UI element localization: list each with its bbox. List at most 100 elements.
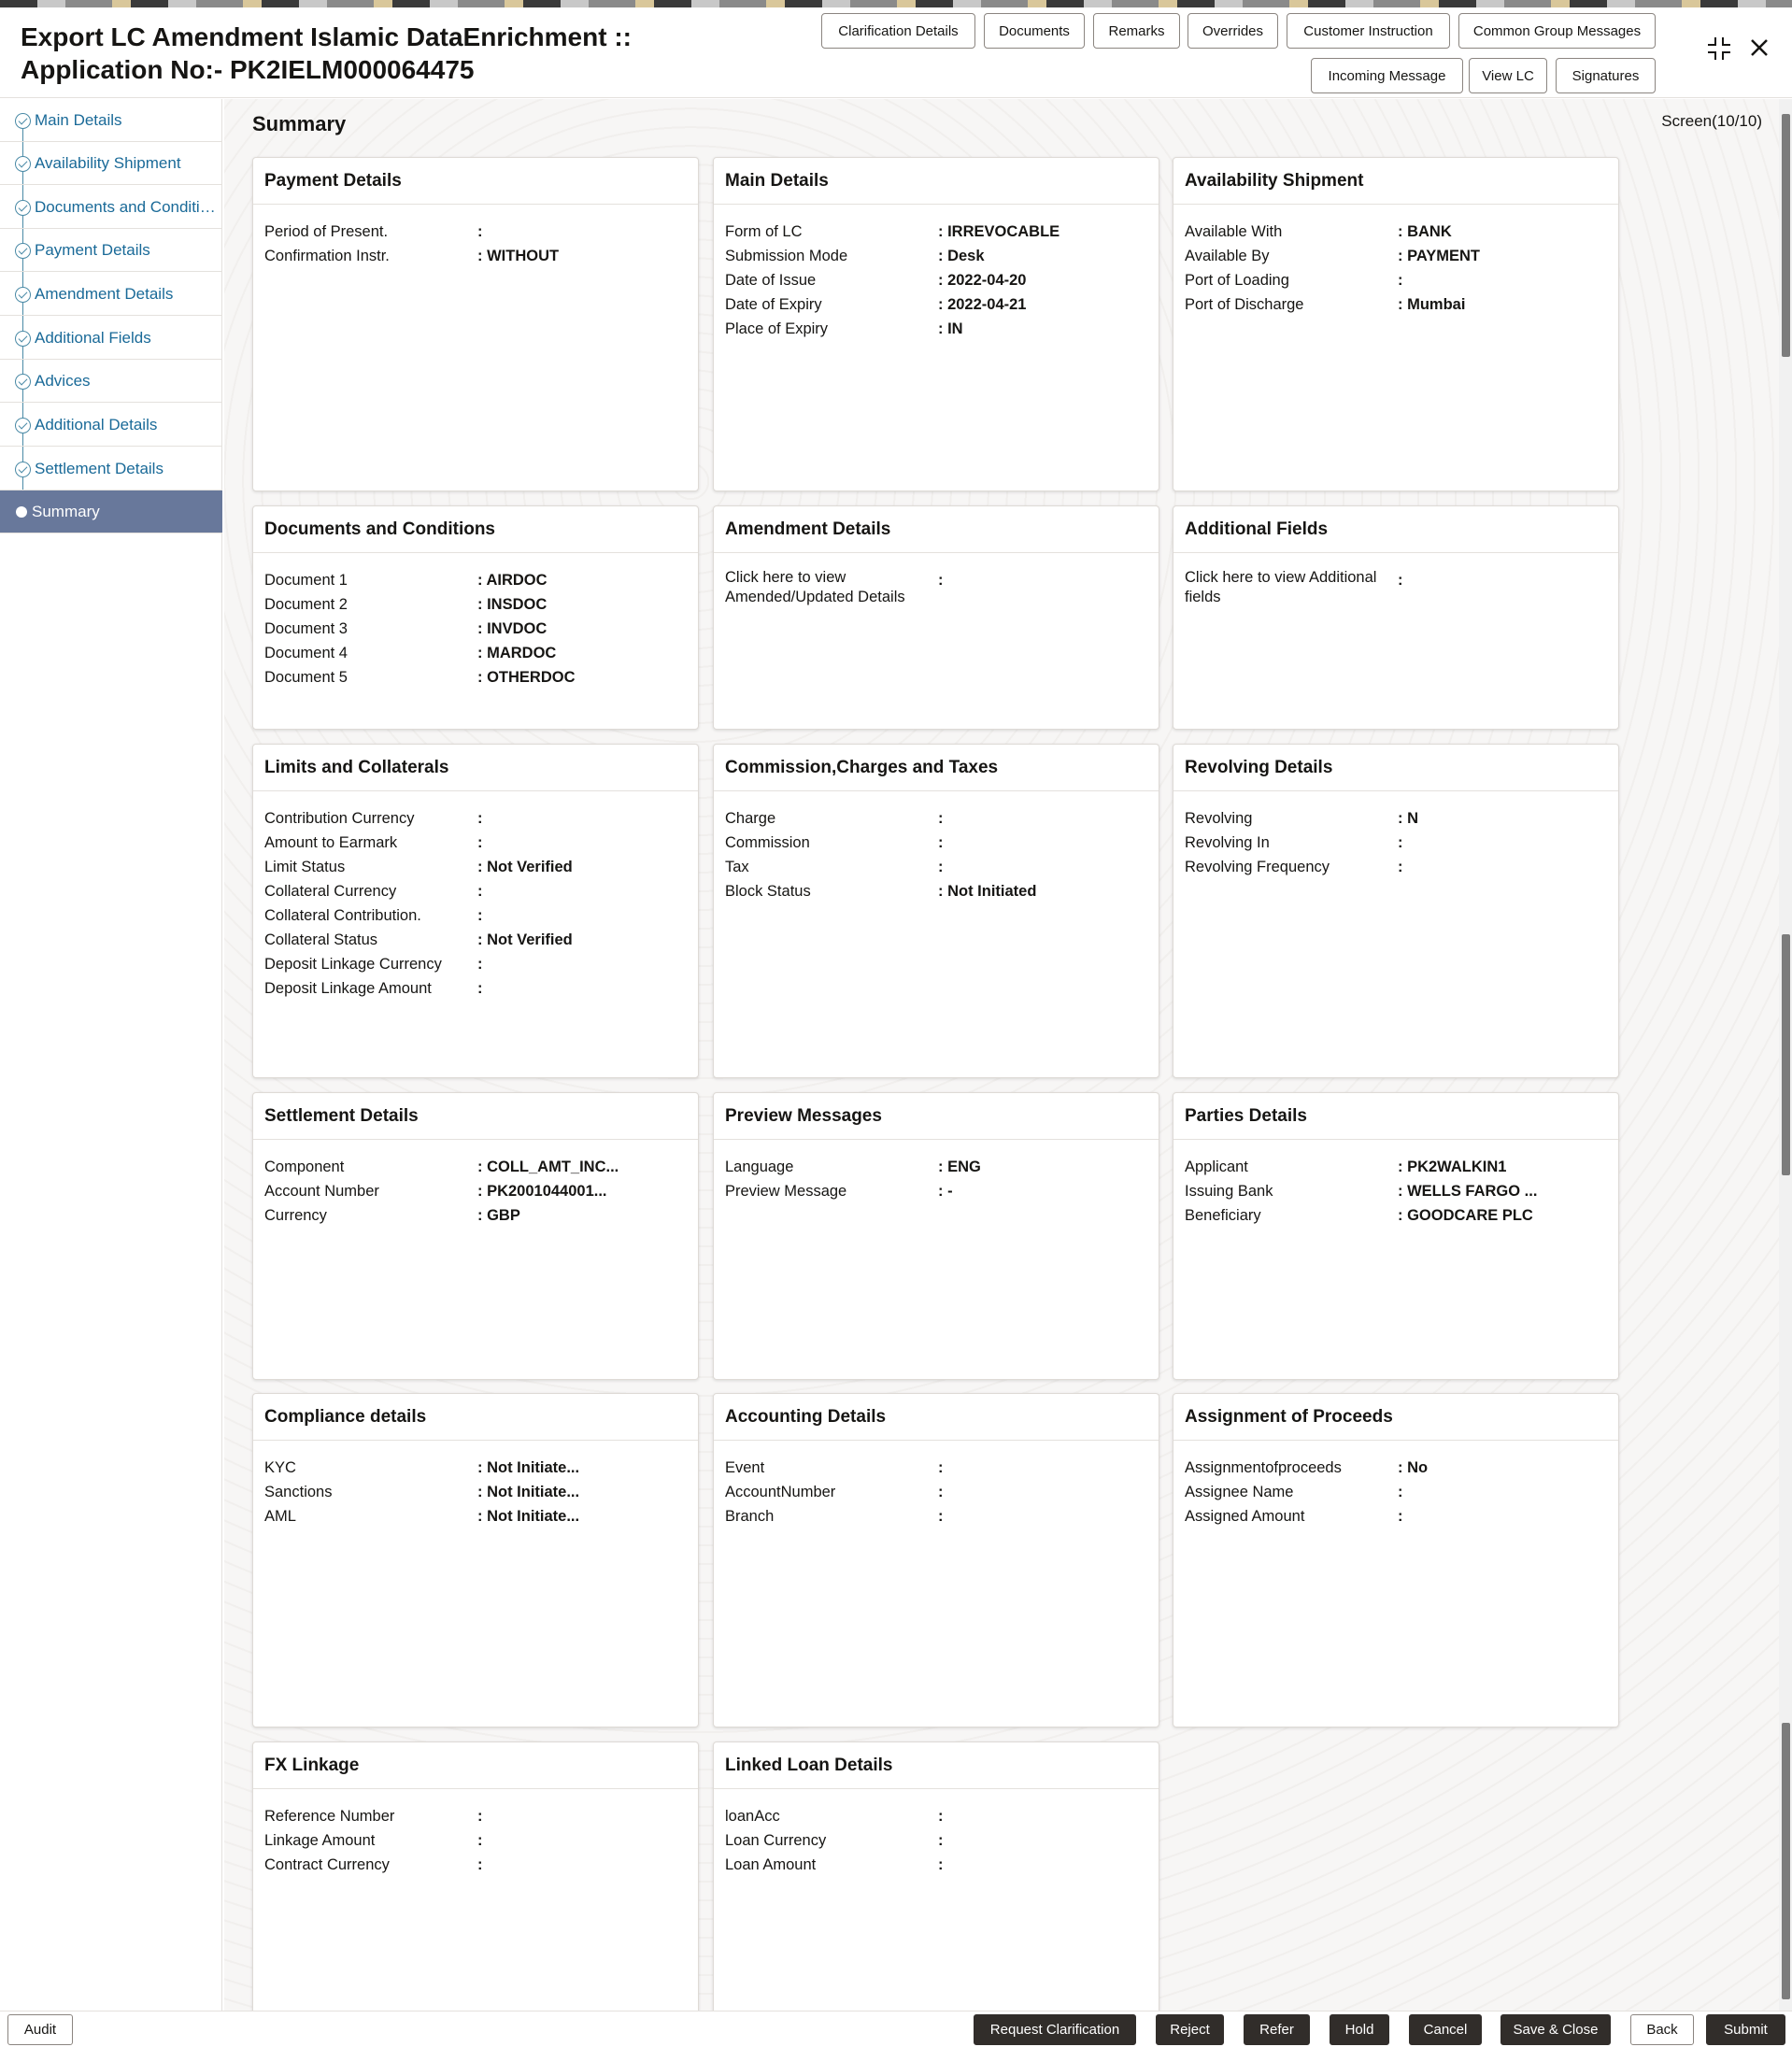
field-value: : PK2001044001... (477, 1183, 607, 1200)
card-fields: Document 1: AIRDOC Document 2: INSDOC Docu… (253, 553, 698, 689)
summary-card-commission-charges-and-taxes[interactable]: Commission,Charges and Taxes Charge: Commi… (713, 744, 1159, 1078)
field-label: Amount to Earmark (264, 834, 398, 851)
submit-button[interactable]: Submit (1706, 2014, 1785, 2045)
back-button[interactable]: Back (1630, 2014, 1694, 2045)
hold-button[interactable]: Hold (1330, 2014, 1389, 2045)
page-title: Export LC Amendment Islamic DataEnrichme… (21, 22, 632, 84)
summary-card-linked-loan-details[interactable]: Linked Loan Details loanAcc: Loan Currency… (713, 1741, 1159, 2022)
sidebar-item-advices[interactable]: Advices (0, 360, 222, 403)
sidebar-item-label: Availability Shipment (35, 154, 181, 172)
remarks-button[interactable]: Remarks (1093, 13, 1180, 49)
field-row: Form of LC: IRREVOCABLE (725, 220, 1147, 244)
summary-card-limits-and-collaterals[interactable]: Limits and Collaterals Contribution Curre… (252, 744, 699, 1078)
field-row: Issuing Bank: WELLS FARGO ... (1185, 1179, 1607, 1203)
sidebar-item-main-details[interactable]: Main Details (0, 99, 222, 142)
common-group-messages-button[interactable]: Common Group Messages (1458, 13, 1656, 49)
field-label: Branch (725, 1508, 775, 1525)
sidebar-item-amendment-details[interactable]: Amendment Details (0, 273, 222, 316)
reject-button[interactable]: Reject (1156, 2014, 1224, 2045)
summary-card-assignment-of-proceeds[interactable]: Assignment of Proceeds Assignmentofprocee… (1173, 1393, 1619, 1727)
customer-instruction-button[interactable]: Customer Instruction (1287, 13, 1450, 49)
card-fields: Click here to view Additional fields: (1173, 553, 1618, 607)
summary-card-availability-shipment[interactable]: Availability Shipment Available With: BAN… (1173, 157, 1619, 491)
card-fields: Assignmentofproceeds: No Assignee Name: As… (1173, 1441, 1618, 1528)
field-value: : (477, 1808, 483, 1825)
save-and-close-button[interactable]: Save & Close (1500, 2014, 1611, 2045)
sidebar-item-settlement-details[interactable]: Settlement Details (0, 448, 222, 490)
field-label: Commission (725, 834, 810, 851)
summary-card-preview-messages[interactable]: Preview Messages Language: ENG Preview Mes… (713, 1092, 1159, 1380)
scroll-thumb[interactable] (1782, 934, 1790, 1175)
field-value: : (938, 1808, 944, 1825)
field-value: : Not Verified (477, 859, 573, 875)
field-row: Assignee Name: (1185, 1480, 1607, 1504)
sidebar-item-documents-and-conditions[interactable]: Documents and Conditions (0, 186, 222, 229)
summary-card-additional-fields[interactable]: Additional Fields Click here to view Addi… (1173, 505, 1619, 730)
field-value: : INVDOC (477, 620, 548, 637)
cancel-button[interactable]: Cancel (1409, 2014, 1482, 2045)
field-label: Deposit Linkage Currency (264, 956, 442, 973)
field-label: Account Number (264, 1183, 379, 1200)
sidebar-item-summary[interactable]: Summary (0, 490, 222, 533)
card-title: Payment Details (253, 158, 698, 205)
check-circle-icon (15, 287, 31, 303)
close-icon[interactable] (1747, 36, 1771, 67)
field-label: Date of Expiry (725, 296, 822, 313)
field-value: : ENG (938, 1159, 981, 1175)
overrides-button[interactable]: Overrides (1188, 13, 1278, 49)
summary-card-main-details[interactable]: Main Details Form of LC: IRREVOCABLE Submi… (713, 157, 1159, 491)
summary-card-amendment-details[interactable]: Amendment Details Click here to view Amen… (713, 505, 1159, 730)
view-lc-button[interactable]: View LC (1469, 58, 1547, 93)
request-clarification-button[interactable]: Request Clarification (974, 2014, 1136, 2045)
collapse-icon[interactable] (1706, 36, 1732, 69)
summary-card-accounting-details[interactable]: Accounting Details Event: AccountNumber: Br… (713, 1393, 1159, 1727)
audit-button[interactable]: Audit (7, 2014, 73, 2045)
card-title: Commission,Charges and Taxes (714, 745, 1159, 791)
sidebar-item-availability-shipment[interactable]: Availability Shipment (0, 142, 222, 185)
field-label[interactable]: Click here to view Amended/Updated Detai… (725, 568, 938, 607)
summary-card-documents-and-conditions[interactable]: Documents and Conditions Document 1: AIRD… (252, 505, 699, 730)
summary-card-payment-details[interactable]: Payment Details Period of Present.: Confir… (252, 157, 699, 491)
field-value: : IRREVOCABLE (938, 223, 1060, 240)
summary-card-settlement-details[interactable]: Settlement Details Component: COLL_AMT_IN… (252, 1092, 699, 1380)
field-row: Assigned Amount: (1185, 1504, 1607, 1528)
field-value: : (477, 907, 483, 924)
field-label: Revolving Frequency (1185, 859, 1330, 875)
sidebar-item-label: Summary (32, 503, 100, 520)
field-value: : WELLS FARGO ... (1398, 1183, 1538, 1200)
field-value: : COLL_AMT_INC... (477, 1159, 619, 1175)
field-label: Port of Discharge (1185, 296, 1304, 313)
summary-card-compliance-details[interactable]: Compliance details KYC: Not Initiate... Sa… (252, 1393, 699, 1727)
vertical-scrollbar[interactable] (1779, 99, 1792, 2011)
field-row: Limit Status: Not Verified (264, 855, 687, 879)
summary-card-parties-details[interactable]: Parties Details Applicant: PK2WALKIN1 Issu… (1173, 1092, 1619, 1380)
field-label: Language (725, 1159, 794, 1175)
sidebar-item-label: Advices (35, 372, 91, 390)
refer-button[interactable]: Refer (1244, 2014, 1310, 2045)
check-circle-icon (15, 462, 31, 477)
field-value: : (477, 834, 483, 851)
sidebar-item-label: Settlement Details (35, 460, 164, 477)
scroll-thumb[interactable] (1782, 1723, 1790, 1999)
scroll-thumb[interactable] (1782, 114, 1790, 357)
sidebar-item-payment-details[interactable]: Payment Details (0, 229, 222, 272)
field-value: : Mumbai (1398, 296, 1466, 313)
check-circle-icon (15, 113, 31, 129)
field-label: Contribution Currency (264, 810, 415, 827)
sidebar-item-additional-fields[interactable]: Additional Fields (0, 317, 222, 360)
summary-card-revolving-details[interactable]: Revolving Details Revolving: N Revolving I… (1173, 744, 1619, 1078)
field-label[interactable]: Click here to view Additional fields (1185, 568, 1398, 607)
signatures-button[interactable]: Signatures (1556, 58, 1656, 93)
incoming-message-button[interactable]: Incoming Message (1311, 58, 1463, 93)
field-label: Document 2 (264, 596, 348, 613)
sidebar-item-additional-details[interactable]: Additional Details (0, 404, 222, 447)
field-label: Loan Amount (725, 1856, 817, 1873)
check-circle-icon (15, 374, 31, 390)
clarification-details-button[interactable]: Clarification Details (821, 13, 975, 49)
field-row: Document 4: MARDOC (264, 641, 687, 665)
summary-card-fx-linkage[interactable]: FX Linkage Reference Number: Linkage Amoun… (252, 1741, 699, 2022)
field-value: : (938, 1856, 944, 1873)
field-row: Document 2: INSDOC (264, 592, 687, 617)
documents-button[interactable]: Documents (984, 13, 1085, 49)
field-value: : IN (938, 320, 963, 337)
